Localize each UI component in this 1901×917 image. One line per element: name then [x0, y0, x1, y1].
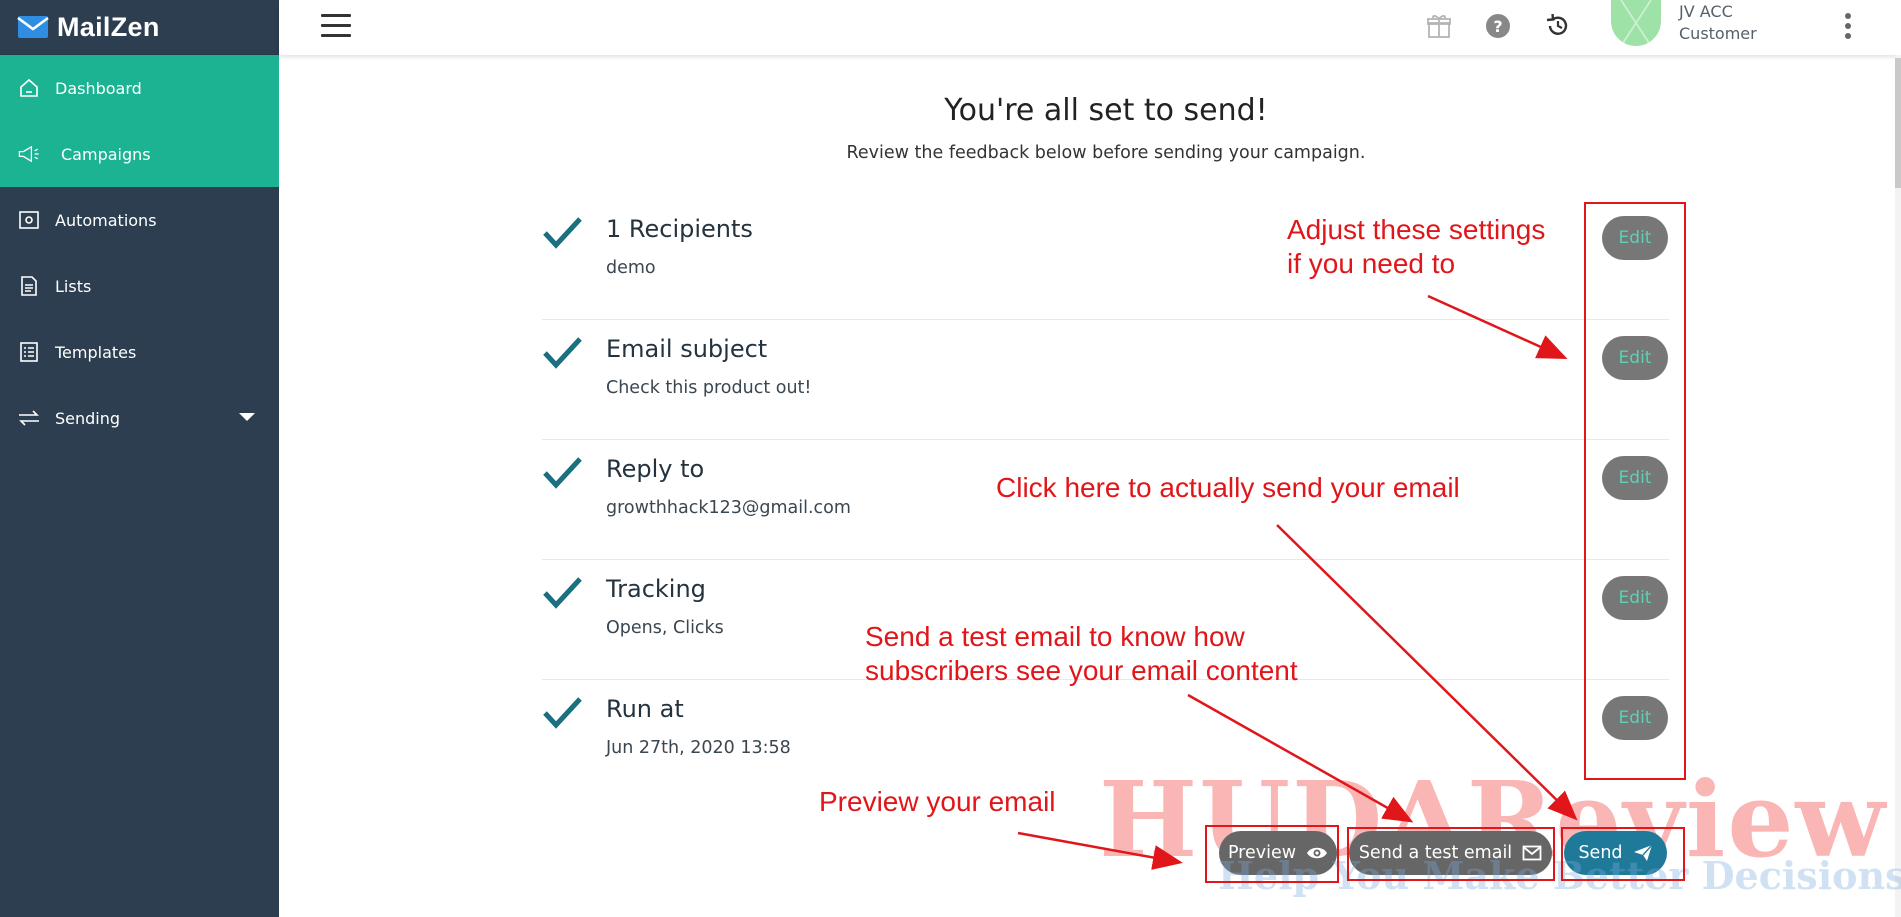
summary-row-subject: Email subject Check this product out! Ed… — [542, 320, 1669, 440]
history-icon[interactable] — [1544, 12, 1572, 40]
svg-text:?: ? — [1493, 17, 1502, 36]
annotation-adjust-line1: Adjust these settings — [1287, 214, 1546, 245]
annotation-box-preview — [1205, 825, 1339, 883]
row-title: Tracking — [606, 575, 706, 603]
home-icon — [17, 76, 41, 100]
check-icon — [543, 457, 582, 489]
top-bar: ? JV ACC Customer — [279, 0, 1901, 55]
row-title: 1 Recipients — [606, 215, 753, 243]
app-name: MailZen — [57, 11, 160, 42]
user-role: Customer — [1679, 24, 1757, 43]
help-icon[interactable]: ? — [1484, 12, 1512, 40]
page-title: You're all set to send! — [944, 93, 1268, 128]
sidebar-item-lists[interactable]: Lists — [0, 253, 279, 319]
automation-icon — [17, 208, 41, 232]
sidebar-item-label: Templates — [55, 342, 137, 362]
sidebar-item-label: Campaigns — [61, 144, 151, 164]
sidebar-item-label: Lists — [55, 276, 92, 296]
check-icon — [543, 217, 582, 249]
annotation-box-edit-column — [1584, 202, 1686, 780]
row-title: Run at — [606, 695, 684, 723]
annotation-adjust-line2: if you need to — [1287, 248, 1456, 279]
annotation-send-note: Click here to actually send your email — [996, 472, 1460, 503]
row-title: Email subject — [606, 335, 768, 363]
sidebar-item-dashboard[interactable]: Dashboard — [0, 55, 279, 121]
avatar[interactable] — [1611, 0, 1661, 46]
sidebar-item-label: Automations — [55, 210, 157, 230]
more-vertical-icon[interactable] — [1844, 13, 1852, 41]
check-icon — [543, 697, 582, 729]
sidebar: MailZen Dashboard Campaigns Automations — [0, 0, 279, 917]
user-name[interactable]: JV ACC — [1679, 0, 1733, 24]
page-subtitle: Review the feedback below before sending… — [846, 143, 1366, 163]
sidebar-item-campaigns[interactable]: Campaigns — [0, 121, 279, 187]
row-title: Reply to — [606, 455, 705, 483]
list-document-icon — [17, 274, 41, 298]
sidebar-item-label: Dashboard — [55, 78, 142, 98]
chevron-down-icon[interactable] — [239, 413, 255, 421]
check-icon — [543, 577, 582, 609]
templates-icon — [17, 340, 41, 364]
sidebar-item-automations[interactable]: Automations — [0, 187, 279, 253]
sidebar-item-label: Sending — [55, 408, 121, 428]
annotation-box-send — [1561, 827, 1685, 881]
row-value: Check this product out! — [606, 378, 812, 398]
check-icon — [543, 337, 582, 369]
mail-logo-icon — [17, 16, 49, 38]
row-value: Jun 27th, 2020 13:58 — [606, 738, 791, 758]
row-value: demo — [606, 258, 656, 278]
gift-icon[interactable] — [1425, 12, 1453, 40]
annotation-test-line2: subscribers see your email content — [865, 655, 1298, 686]
app-logo[interactable]: MailZen — [0, 0, 279, 55]
annotation-box-test-email — [1347, 827, 1555, 881]
sidebar-item-templates[interactable]: Templates — [0, 319, 279, 385]
transfer-arrows-icon — [17, 406, 41, 430]
megaphone-icon — [17, 142, 41, 166]
app-window: MailZen Dashboard Campaigns Automations — [0, 0, 1901, 917]
sidebar-item-sending[interactable]: Sending — [0, 385, 279, 451]
menu-icon[interactable] — [321, 14, 351, 38]
annotation-preview-note: Preview your email — [819, 786, 1056, 817]
row-value: growthhack123@gmail.com — [606, 498, 851, 518]
row-value: Opens, Clicks — [606, 618, 724, 638]
annotation-test-line1: Send a test email to know how — [865, 621, 1245, 652]
